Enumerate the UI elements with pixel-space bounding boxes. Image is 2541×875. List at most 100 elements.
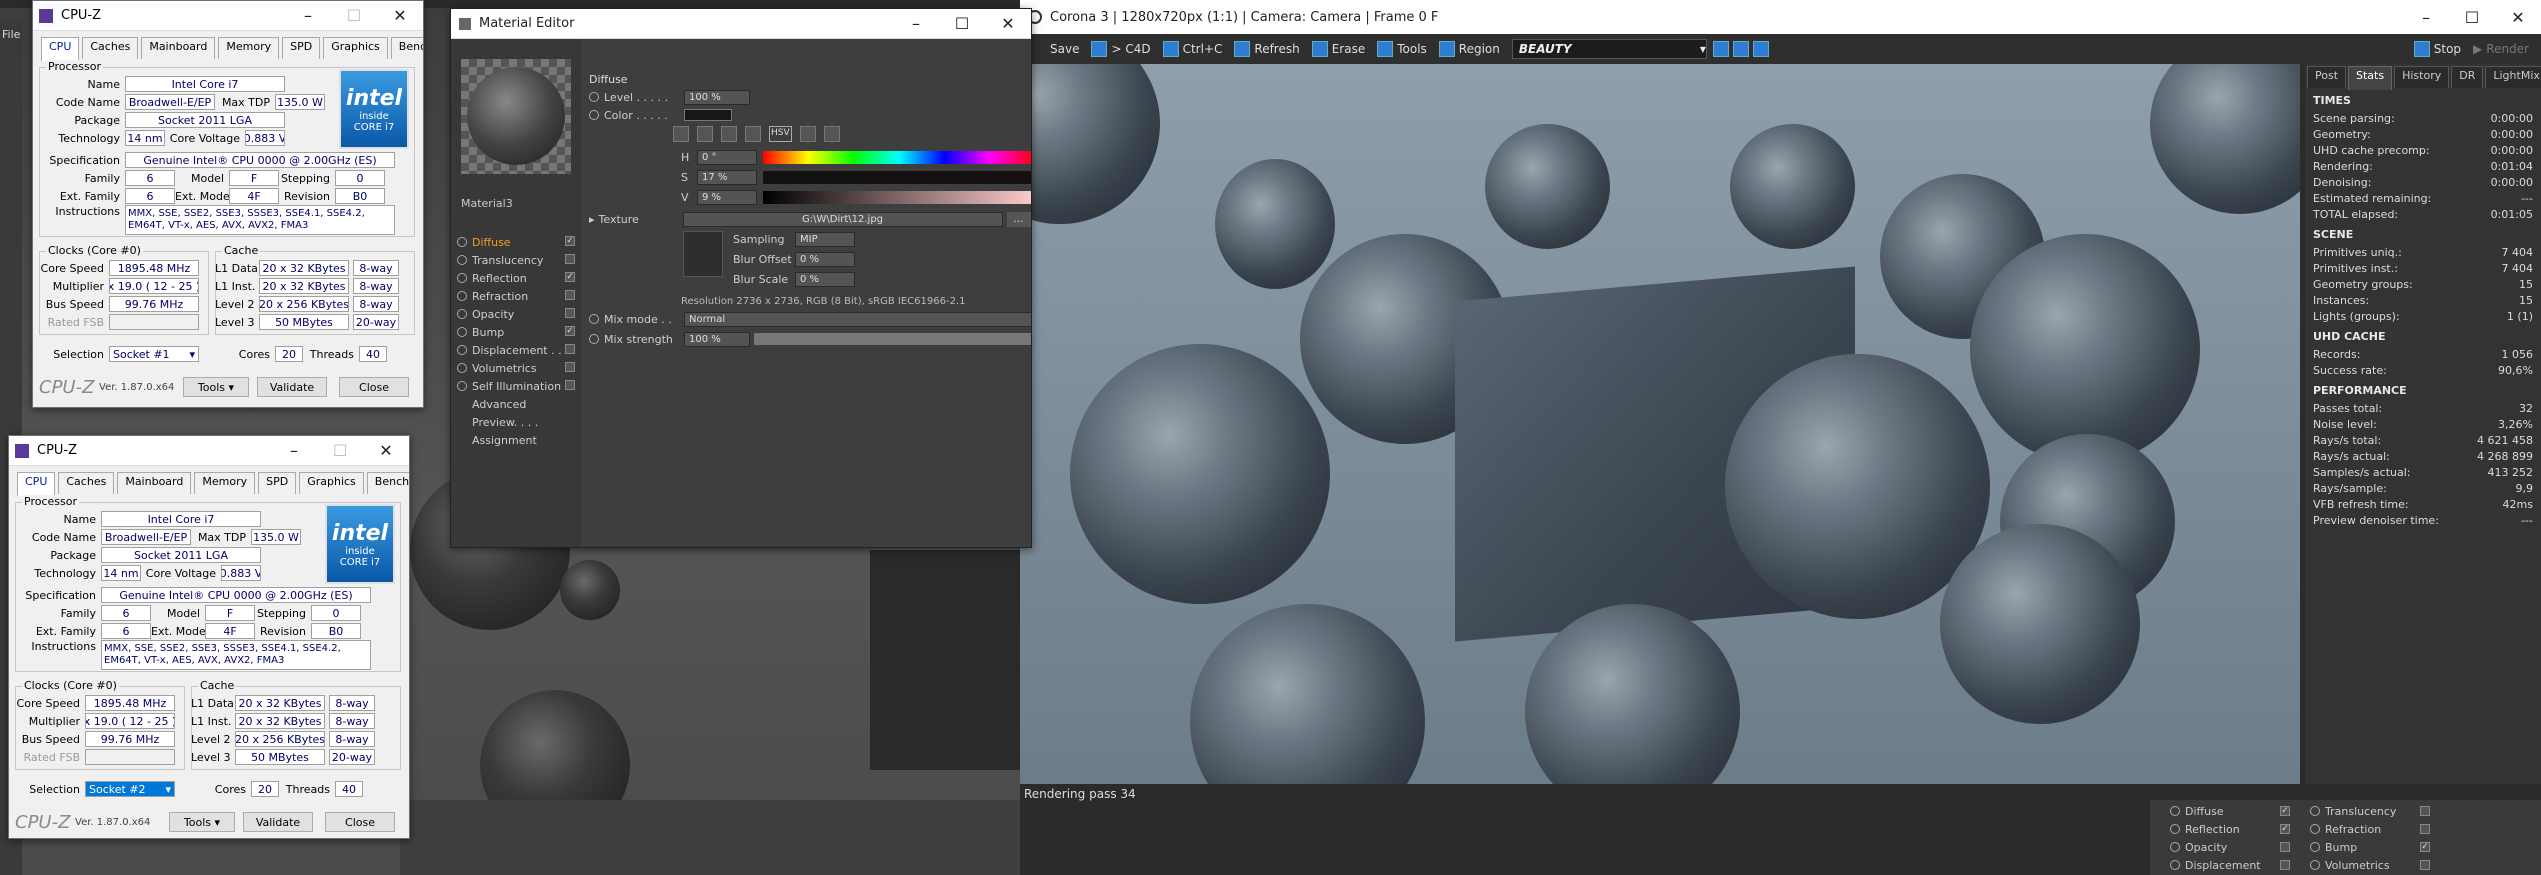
channel-radio[interactable] — [457, 291, 467, 301]
tab-bench[interactable]: Bench — [390, 37, 423, 59]
sampling-select[interactable]: MIP — [795, 231, 855, 247]
close-button[interactable]: ✕ — [363, 436, 409, 466]
socket-select[interactable]: Socket #1 ▾ — [109, 346, 199, 362]
channel-checkbox[interactable] — [2280, 842, 2290, 852]
corona-vfb-window[interactable]: Corona 3 | 1280x720px (1:1) | Camera: Ca… — [1020, 0, 2541, 875]
maximize-button[interactable]: ☐ — [939, 9, 985, 39]
minimize-button[interactable]: – — [271, 436, 317, 466]
channel-radio[interactable] — [457, 237, 467, 247]
tab-caches[interactable]: Caches — [82, 37, 139, 59]
channel-checkbox[interactable]: ✓ — [2280, 824, 2290, 834]
channel-3[interactable]: Refraction — [472, 290, 528, 303]
save-button[interactable]: Save — [1050, 42, 1079, 56]
channel-10[interactable]: Preview. . . . — [472, 416, 538, 429]
blur-scale-field[interactable]: 0 % — [795, 271, 855, 287]
region-button[interactable]: Region — [1438, 41, 1500, 57]
mixmode-radio[interactable] — [589, 314, 599, 324]
tab-cpu[interactable]: CPU — [17, 472, 56, 496]
cpuz-titlebar[interactable]: CPU-Z – ☐ ✕ — [9, 436, 409, 466]
bottom-channel[interactable]: Opacity — [2185, 841, 2280, 854]
material-name[interactable]: Material3 — [461, 197, 513, 210]
channel-radio[interactable] — [2310, 860, 2320, 870]
material-editor-window[interactable]: Material Editor – ☐ ✕ Material3 Diffuse ✓… — [450, 8, 1032, 548]
tab-lightmix[interactable]: LightMix — [2485, 66, 2541, 88]
socket-select[interactable]: Socket #2 ▾ — [85, 781, 175, 797]
channel-checkbox[interactable] — [565, 362, 575, 372]
tab-graphics[interactable]: Graphics — [323, 37, 388, 59]
tools-button[interactable]: Tools ▾ — [169, 812, 235, 832]
tab-spd[interactable]: SPD — [258, 472, 297, 494]
channel-checkbox[interactable] — [565, 290, 575, 300]
bottom-channel[interactable]: Reflection — [2185, 823, 2280, 836]
mix-strength-field[interactable]: 100 % — [684, 331, 750, 347]
channel-radio[interactable] — [2170, 842, 2180, 852]
tab-spd[interactable]: SPD — [282, 37, 321, 59]
maximize-button[interactable]: ☐ — [331, 1, 377, 31]
tab-memory[interactable]: Memory — [194, 472, 256, 494]
stop-button[interactable]: Stop — [2413, 41, 2461, 57]
channel-5[interactable]: Bump — [472, 326, 504, 339]
channel-radio[interactable] — [457, 273, 467, 283]
channel-9[interactable]: Advanced — [472, 398, 526, 411]
channel-checkbox[interactable]: ✓ — [565, 272, 575, 282]
tab-cpu[interactable]: CPU — [41, 37, 80, 61]
channel-radio[interactable] — [457, 255, 467, 265]
channel-checkbox[interactable]: ✓ — [2280, 806, 2290, 816]
tab-dr[interactable]: DR — [2451, 66, 2484, 88]
zoom-out-icon[interactable] — [1732, 41, 1749, 57]
pass-select[interactable]: BEAUTY ▾ — [1511, 39, 1707, 59]
validate-button[interactable]: Validate — [243, 812, 313, 832]
corona-titlebar[interactable]: Corona 3 | 1280x720px (1:1) | Camera: Ca… — [1020, 0, 2541, 34]
value-slider[interactable] — [763, 190, 1031, 204]
tab-caches[interactable]: Caches — [58, 472, 115, 494]
channel-checkbox[interactable] — [565, 380, 575, 390]
channel-checkbox[interactable] — [565, 344, 575, 354]
channel-radio[interactable] — [2170, 860, 2180, 870]
channel-checkbox[interactable] — [2280, 860, 2290, 870]
channel-0[interactable]: Diffuse — [472, 236, 511, 249]
channel-checkbox[interactable]: ✓ — [565, 326, 575, 336]
minimize-button[interactable]: – — [285, 1, 331, 31]
copy-button[interactable]: Ctrl+C — [1162, 41, 1222, 57]
color-radio[interactable] — [589, 110, 599, 120]
cpuz-titlebar[interactable]: CPU-Z – ☐ ✕ — [33, 1, 423, 31]
channel-checkbox[interactable] — [2420, 806, 2430, 816]
channel-radio[interactable] — [2310, 824, 2320, 834]
channel-1[interactable]: Translucency — [472, 254, 543, 267]
tab-graphics[interactable]: Graphics — [299, 472, 364, 494]
channel-11[interactable]: Assignment — [472, 434, 537, 447]
h-field[interactable]: 0 ° — [697, 149, 757, 165]
maximize-button[interactable]: ☐ — [2449, 2, 2495, 32]
refresh-button[interactable]: Refresh — [1234, 41, 1300, 57]
channel-checkbox[interactable] — [565, 308, 575, 318]
to-c4d-button[interactable]: > C4D — [1091, 41, 1151, 57]
texture-browse-button[interactable]: ... — [1006, 211, 1031, 227]
validate-button[interactable]: Validate — [257, 377, 327, 397]
channel-6[interactable]: Displacement . . — [472, 344, 562, 357]
channel-2[interactable]: Reflection — [472, 272, 527, 285]
channel-checkbox[interactable] — [2420, 824, 2430, 834]
material-preview[interactable] — [461, 59, 571, 174]
texture-field[interactable]: G:\W\Dirt\12.jpg — [682, 211, 1003, 227]
render-image[interactable] — [1020, 64, 2300, 784]
v-field[interactable]: 9 % — [697, 189, 757, 205]
channel-radio[interactable] — [2310, 842, 2320, 852]
mix-strength-slider[interactable] — [754, 333, 1031, 345]
channel-radio[interactable] — [2310, 806, 2320, 816]
bottom-channel[interactable]: Volumetrics — [2325, 859, 2420, 872]
file-menu[interactable]: File — [2, 28, 20, 41]
tab-memory[interactable]: Memory — [218, 37, 280, 59]
erase-button[interactable]: Erase — [1311, 41, 1365, 57]
zoom-fit-icon[interactable] — [1752, 41, 1769, 57]
mix-mode-select[interactable]: Normal — [684, 311, 1031, 327]
cpuz-window-1[interactable]: CPU-Z – ☐ ✕ CPU Caches Mainboard Memory SPD Graph… — [32, 0, 424, 408]
close-button[interactable]: Close — [325, 812, 395, 832]
channel-checkbox[interactable] — [565, 254, 575, 264]
minimize-button[interactable]: – — [2403, 2, 2449, 32]
material-titlebar[interactable]: Material Editor – ☐ ✕ — [451, 9, 1031, 39]
bottom-channel[interactable]: Diffuse — [2185, 805, 2280, 818]
s-field[interactable]: 17 % — [697, 169, 757, 185]
color-swatch[interactable] — [684, 109, 732, 121]
zoom-in-icon[interactable] — [1712, 41, 1729, 57]
close-button[interactable]: ✕ — [985, 9, 1031, 39]
